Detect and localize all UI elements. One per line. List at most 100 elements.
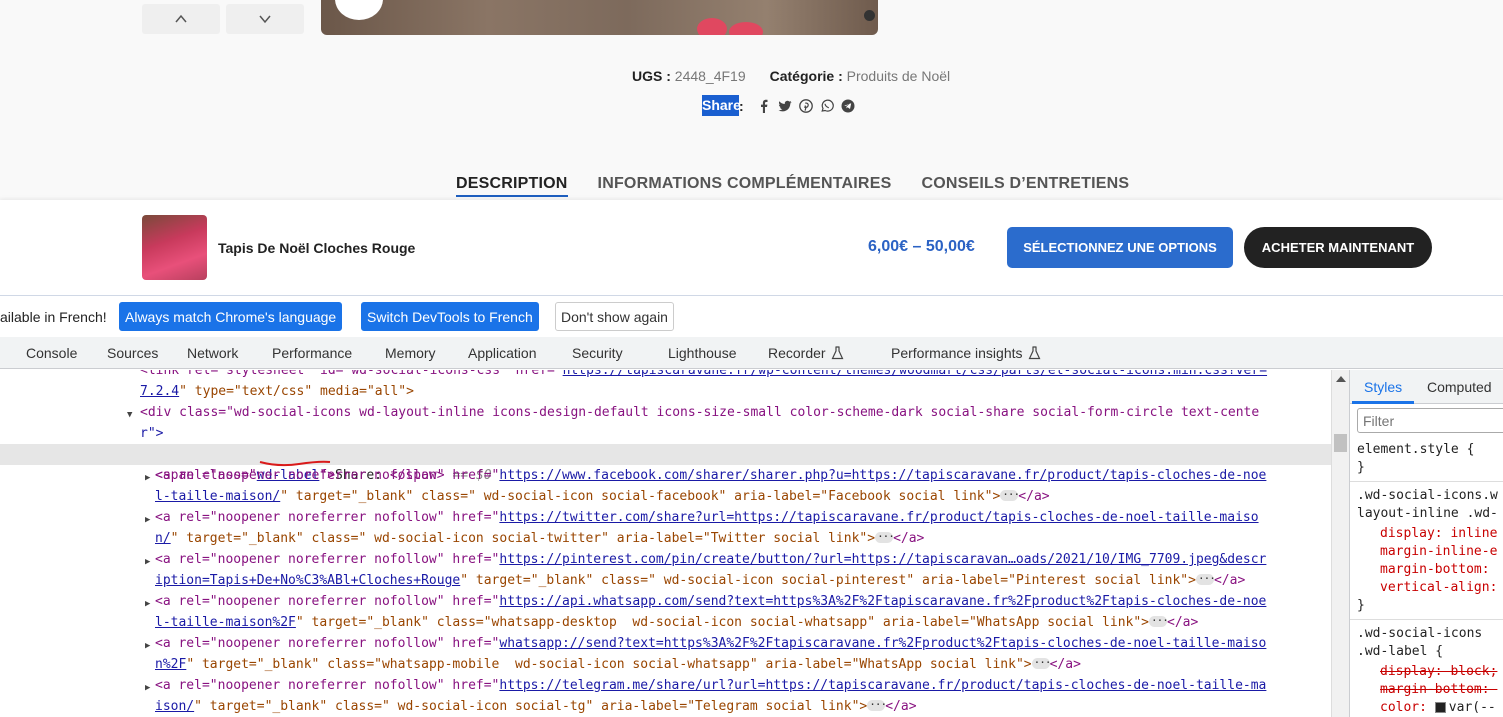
dom-line-a-pinterest[interactable]: <a rel="noopener noreferrer nofollow" hr… — [155, 549, 1331, 570]
dom-line-a-whatsapp-mobile[interactable]: <a rel="noopener noreferrer nofollow" hr… — [155, 633, 1331, 654]
tab-informations[interactable]: INFORMATIONS COMPLÉMENTAIRES — [598, 175, 892, 197]
rule-selector[interactable]: .wd-social-icons.w — [1357, 487, 1498, 505]
dom-a-href-cont[interactable]: n/ — [155, 531, 171, 546]
dont-show-again-button[interactable]: Don't show again — [555, 302, 674, 331]
tab-performance-insights[interactable]: Performance insights — [891, 345, 1041, 361]
dom-link-href[interactable]: https://tapiscaravane.fr/wp-content/them… — [563, 370, 1267, 378]
ellipsis-icon[interactable] — [875, 526, 894, 547]
buy-now-button[interactable]: ACHETER MAINTENANT — [1244, 227, 1432, 268]
dom-line-a-telegram[interactable]: <a rel="noopener noreferrer nofollow" hr… — [155, 675, 1331, 696]
dom-a-href[interactable]: https://pinterest.com/pin/create/button/… — [499, 552, 1266, 567]
expand-triangle-icon[interactable]: ▶ — [145, 510, 150, 531]
tab-memory[interactable]: Memory — [385, 345, 436, 361]
dom-line-a-facebook[interactable]: <a rel="noopener noreferrer nofollow" hr… — [155, 465, 1331, 486]
ellipsis-icon[interactable] — [1149, 610, 1168, 631]
tab-styles[interactable]: Styles — [1364, 379, 1402, 395]
sku-value: 2448_4F19 — [674, 68, 746, 84]
color-swatch[interactable] — [1434, 702, 1446, 713]
zoom-button[interactable] — [335, 0, 383, 20]
tab-description[interactable]: DESCRIPTION — [456, 175, 568, 197]
dom-link-href-version[interactable]: 7.2.4 — [140, 384, 179, 399]
css-prop-margin-bottom-overridden[interactable]: margin-bottom: — [1380, 681, 1497, 699]
facebook-icon[interactable] — [757, 99, 771, 113]
dom-a-href[interactable]: https://twitter.com/share?url=https://ta… — [499, 510, 1258, 525]
scrollbar-thumb[interactable] — [1334, 434, 1347, 452]
scroll-up-arrow-icon[interactable] — [1336, 376, 1346, 382]
dom-line-div-social-icons-cont[interactable]: r"> — [140, 423, 1331, 444]
dom-line-a-twitter-cont[interactable]: n/" target="_blank" class=" wd-social-ic… — [155, 526, 1331, 549]
dom-a-href-cont[interactable]: l-taille-maison%2F — [155, 615, 296, 630]
gallery-prev-button[interactable] — [142, 4, 220, 34]
always-match-language-button[interactable]: Always match Chrome's language — [119, 302, 343, 331]
css-prop-color[interactable]: color: var(-- — [1380, 699, 1496, 717]
css-prop-vertical-align[interactable]: vertical-align: — [1380, 579, 1497, 597]
tab-network[interactable]: Network — [187, 345, 238, 361]
language-infobar: ailable in French! Always match Chrome's… — [0, 295, 1503, 337]
dom-a-href-cont[interactable]: iption=Tapis+De+No%C3%ABl+Cloches+Rouge — [155, 573, 460, 588]
tab-recorder[interactable]: Recorder — [768, 345, 844, 361]
dom-line-link-stylesheet-cont[interactable]: 7.2.4" type="text/css" media="all"> — [140, 381, 1331, 402]
tab-conseils[interactable]: CONSEILS D’ENTRETIENS — [921, 175, 1129, 197]
category-link[interactable]: Produits de Noël — [847, 68, 951, 84]
dom-a-href[interactable]: https://telegram.me/share/url?url=https:… — [499, 678, 1266, 693]
css-prop-margin-inline[interactable]: margin-inline-e — [1380, 543, 1497, 561]
rule-selector-cont[interactable]: layout-inline .wd- — [1357, 505, 1498, 523]
expand-triangle-icon[interactable]: ▶ — [145, 468, 150, 489]
tab-computed[interactable]: Computed — [1427, 379, 1492, 395]
elements-dom-tree[interactable]: <link rel="stylesheet" id="wd-social-ico… — [0, 370, 1331, 717]
dom-a-attrs: " target="_blank" class=" wd-social-icon… — [170, 531, 876, 546]
telegram-icon[interactable] — [841, 99, 855, 113]
sticky-add-to-cart: Tapis De Noël Cloches Rouge 6,00€ – 50,0… — [0, 200, 1503, 295]
ellipsis-icon[interactable] — [1195, 568, 1215, 589]
dom-line-link-stylesheet[interactable]: <link rel="stylesheet" id="wd-social-ico… — [140, 370, 1331, 381]
dom-line-a-twitter[interactable]: <a rel="noopener noreferrer nofollow" hr… — [155, 507, 1331, 528]
ellipsis-icon[interactable] — [1000, 484, 1019, 505]
dom-tree-scrollbar[interactable] — [1331, 370, 1349, 717]
expand-triangle-icon[interactable]: ▶ — [145, 636, 150, 657]
dom-a-href[interactable]: https://www.facebook.com/sharer/sharer.p… — [499, 468, 1266, 483]
dom-line-a-facebook-cont[interactable]: l-taille-maison/" target="_blank" class=… — [155, 484, 1331, 507]
tab-performance[interactable]: Performance — [272, 345, 352, 361]
expand-triangle-open-icon[interactable]: ▼ — [127, 405, 132, 426]
gallery-dot[interactable] — [864, 10, 875, 21]
infobar-message: ailable in French! — [0, 309, 107, 325]
css-prop-display[interactable]: display: inline — [1380, 525, 1497, 543]
dom-a-href[interactable]: whatsapp://send?text=https%3A%2F%2Ftapis… — [499, 636, 1266, 651]
dom-line-a-telegram-cont[interactable]: ison/" target="_blank" class=" wd-social… — [155, 694, 1331, 717]
css-prop-display-overridden[interactable]: display: block; — [1380, 663, 1497, 681]
switch-devtools-french-button[interactable]: Switch DevTools to French — [361, 302, 539, 331]
tab-lighthouse[interactable]: Lighthouse — [668, 345, 737, 361]
product-main-image[interactable] — [321, 0, 878, 35]
rule-selector-cont[interactable]: .wd-label { — [1357, 643, 1443, 661]
dom-a-href-cont[interactable]: l-taille-maison/ — [155, 489, 280, 504]
styles-filter-input[interactable] — [1357, 408, 1503, 433]
rule-element-style[interactable]: element.style { — [1357, 441, 1474, 459]
ellipsis-icon[interactable] — [867, 694, 886, 715]
dom-a-href-cont[interactable]: n%2F — [155, 657, 186, 672]
gallery-next-button[interactable] — [226, 4, 304, 34]
dom-line-a-whatsapp-mobile-cont[interactable]: n%2F" target="_blank" class="whatsapp-mo… — [155, 652, 1331, 675]
dom-a-href-cont[interactable]: ison/ — [155, 699, 194, 714]
dom-a-attrs: " target="_blank" class="whatsapp-mobile… — [186, 657, 1032, 672]
dom-line-a-pinterest-cont[interactable]: iption=Tapis+De+No%C3%ABl+Cloches+Rouge"… — [155, 568, 1331, 591]
select-options-button[interactable]: SÉLECTIONNEZ UNE OPTIONS — [1007, 227, 1233, 268]
dom-line-span-wd-label[interactable]: <span class="wd-label">Share: </span> ==… — [0, 444, 1331, 483]
dom-line-a-whatsapp-desktop-cont[interactable]: l-taille-maison%2F" target="_blank" clas… — [155, 610, 1331, 633]
red-underline-annotation — [259, 460, 331, 467]
expand-triangle-icon[interactable]: ▶ — [145, 552, 150, 573]
whatsapp-icon[interactable] — [820, 99, 834, 113]
dom-line-a-whatsapp-desktop[interactable]: <a rel="noopener noreferrer nofollow" hr… — [155, 591, 1331, 612]
tab-application[interactable]: Application — [468, 345, 537, 361]
rule-selector[interactable]: .wd-social-icons — [1357, 625, 1482, 643]
tab-security[interactable]: Security — [572, 345, 623, 361]
tab-console[interactable]: Console — [26, 345, 77, 361]
expand-triangle-icon[interactable]: ▶ — [145, 678, 150, 699]
tab-sources[interactable]: Sources — [107, 345, 158, 361]
pinterest-icon[interactable] — [798, 98, 813, 113]
dom-a-href[interactable]: https://api.whatsapp.com/send?text=https… — [499, 594, 1266, 609]
ellipsis-icon[interactable] — [1031, 652, 1050, 673]
css-prop-margin-bottom[interactable]: margin-bottom: — [1380, 561, 1490, 579]
twitter-icon[interactable] — [778, 99, 792, 113]
dom-line-div-social-icons[interactable]: <div class="wd-social-icons wd-layout-in… — [140, 402, 1331, 423]
expand-triangle-icon[interactable]: ▶ — [145, 594, 150, 615]
